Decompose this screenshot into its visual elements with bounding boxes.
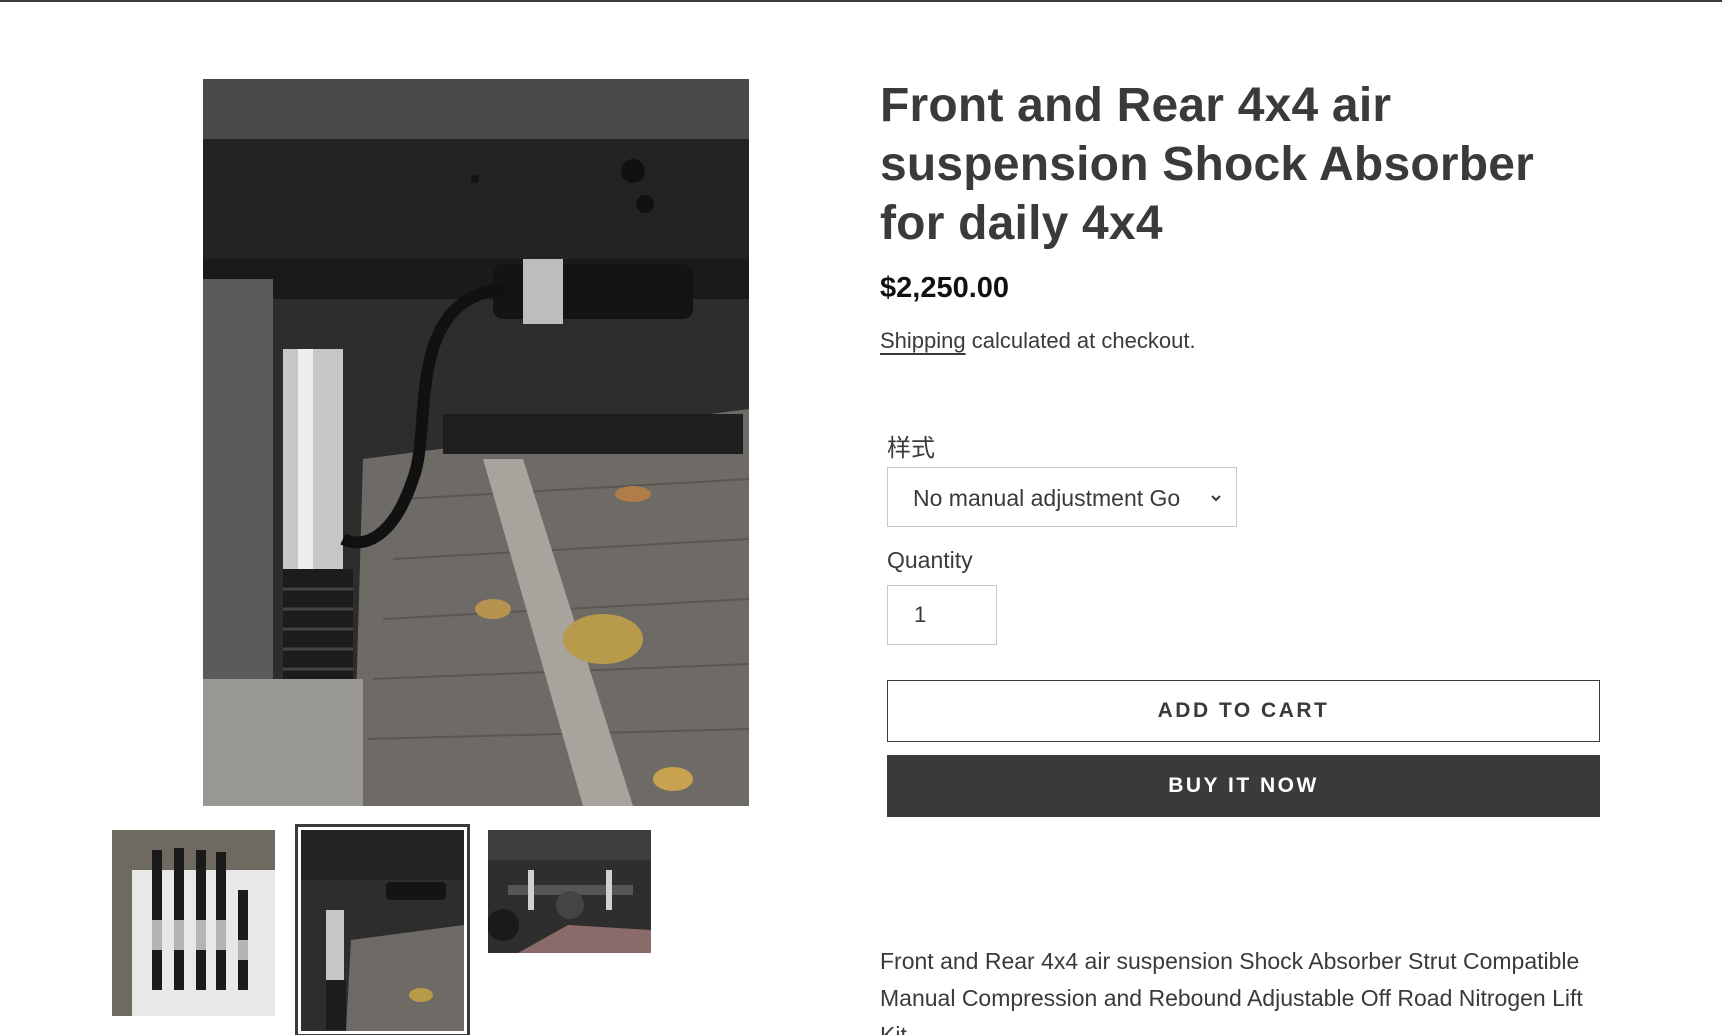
buy-it-now-button[interactable]: BUY IT NOW bbox=[887, 755, 1600, 817]
thumbnail-photo bbox=[488, 830, 651, 953]
variant-select[interactable]: No manual adjustment Go bbox=[887, 467, 1237, 527]
thumbnail-2-selected[interactable] bbox=[295, 824, 470, 1035]
thumbnail-frame bbox=[301, 830, 464, 1031]
thumbnail-1[interactable] bbox=[112, 830, 275, 1016]
variant-label: 样式 bbox=[887, 435, 935, 462]
add-to-cart-button[interactable]: ADD TO CART bbox=[887, 680, 1600, 742]
chevron-down-icon bbox=[1211, 495, 1221, 502]
shipping-suffix: calculated at checkout. bbox=[965, 328, 1196, 353]
quantity-label: Quantity bbox=[887, 547, 973, 573]
product-page: Front and Rear 4x4 air suspension Shock … bbox=[0, 0, 1722, 1035]
product-price: $2,250.00 bbox=[880, 272, 1010, 304]
thumbnail-photo bbox=[112, 830, 275, 1016]
thumbnail-photo bbox=[301, 830, 464, 1031]
shipping-link[interactable]: Shipping bbox=[880, 328, 966, 353]
product-info: Front and Rear 4x4 air suspension Shock … bbox=[880, 2, 1600, 1035]
shipping-note: Shipping calculated at checkout. bbox=[880, 328, 1196, 354]
main-product-image[interactable] bbox=[203, 79, 749, 806]
quantity-input[interactable] bbox=[887, 585, 997, 645]
product-description: Front and Rear 4x4 air suspension Shock … bbox=[880, 948, 1583, 1035]
main-product-photo bbox=[203, 79, 749, 806]
thumbnail-strip bbox=[112, 824, 672, 1035]
thumbnail-3[interactable] bbox=[488, 830, 651, 953]
product-title: Front and Rear 4x4 air suspension Shock … bbox=[880, 79, 1535, 250]
variant-selected-value: No manual adjustment Go bbox=[913, 485, 1181, 511]
